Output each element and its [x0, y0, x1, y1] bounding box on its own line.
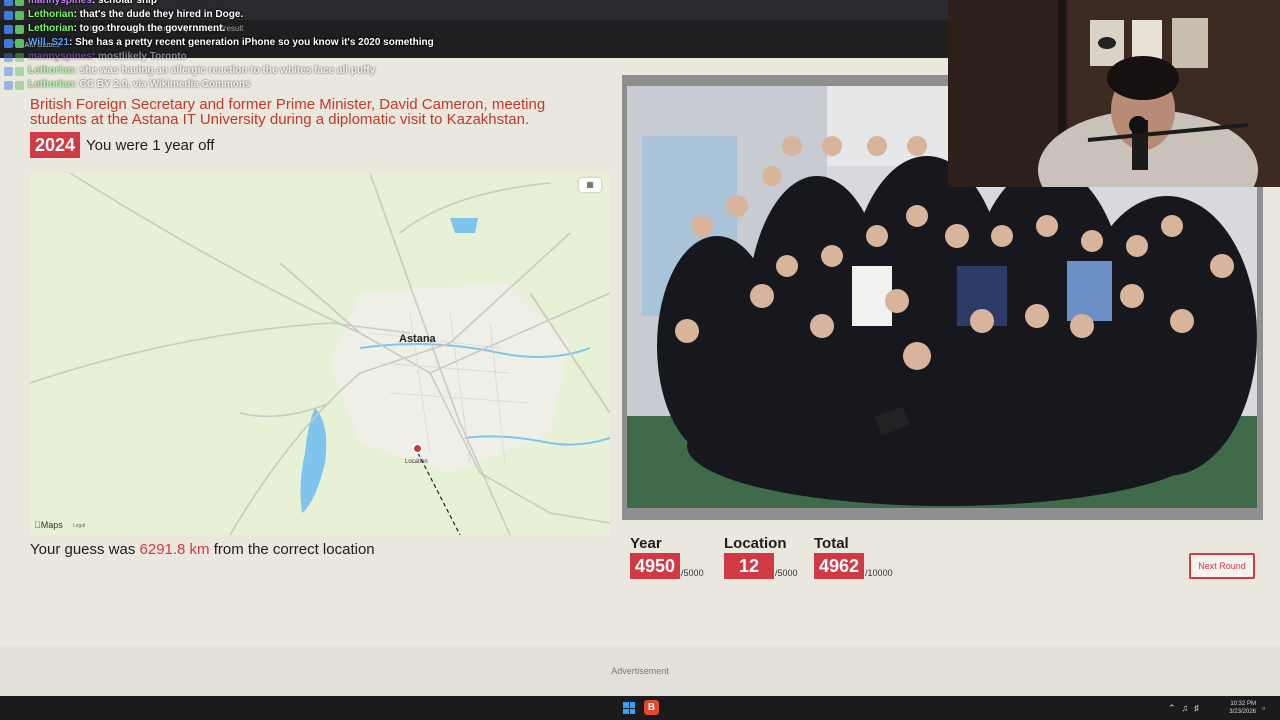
- chat-message: mannyspines: mostlikely Toronto: [4, 50, 564, 64]
- chat-username[interactable]: Lethorian: [28, 78, 74, 92]
- total-score-max: /10000: [865, 568, 893, 578]
- guess-prefix: Your guess was: [30, 541, 140, 558]
- chat-username[interactable]: Will_S21: [28, 36, 69, 50]
- webcam-image: [948, 0, 1280, 187]
- photo-caption: British Foreign Secretary and former Pri…: [30, 96, 546, 128]
- map-pin-label: Location: [405, 459, 428, 465]
- chat-badge-icon: [4, 24, 24, 34]
- maps-logo: Maps: [34, 520, 63, 530]
- chat-text: : She has a pretty recent generation iPh…: [69, 37, 434, 48]
- result-map[interactable]: ▦ Astana Location Maps Legal: [30, 173, 610, 535]
- guess-distance-value: 6291.8 km: [139, 541, 210, 558]
- location-score-value: 12: [724, 553, 775, 579]
- chat-message: Will_S21: She has a pretty recent genera…: [4, 36, 564, 50]
- chat-badge-icon: [4, 66, 24, 76]
- chat-text: : she was having an allergic reaction to…: [73, 65, 376, 76]
- chevron-up-icon[interactable]: ⌃: [1168, 703, 1182, 713]
- clock-time: 10:32 PM: [1230, 701, 1256, 707]
- location-score-label: Location: [724, 535, 787, 552]
- chat-text: : to go through the government.: [73, 23, 226, 34]
- chat-username[interactable]: Lethorian: [28, 8, 74, 22]
- year-result-row: 2024 You were 1 year off: [30, 132, 214, 158]
- year-feedback: You were 1 year off: [86, 136, 215, 154]
- chat-text: : mostlikely Toronto: [91, 51, 187, 62]
- year-score: Year 4950 /5000: [630, 535, 704, 579]
- brave-browser-icon[interactable]: B: [644, 700, 659, 715]
- chat-text: : CC BY 2.0, via Wikimedia Commons: [73, 79, 251, 90]
- advertisement-label: Advertisement: [611, 666, 669, 676]
- map-legal-link[interactable]: Legal: [73, 523, 85, 529]
- microphone-icon[interactable]: ♫: [1182, 703, 1195, 713]
- chat-badge-icon: [4, 0, 24, 6]
- location-score-max: /5000: [775, 568, 798, 578]
- chat-badge-icon: [4, 80, 24, 90]
- location-score: Location 12 /5000: [724, 535, 798, 579]
- notification-icon[interactable]: ▫: [1262, 703, 1265, 713]
- correct-year-badge: 2024: [30, 132, 81, 158]
- year-score-label: Year: [630, 535, 662, 552]
- speaker-icon[interactable]: ♯: [1194, 703, 1205, 713]
- chat-badge-icon: [4, 10, 24, 20]
- webcam-overlay: [948, 0, 1280, 187]
- windows-start-icon[interactable]: [623, 702, 635, 714]
- map-city-label: Astana: [399, 333, 436, 345]
- guess-suffix: from the correct location: [209, 541, 375, 558]
- year-score-value: 4950: [630, 553, 681, 579]
- total-score: Total 4962 /10000: [814, 535, 893, 579]
- chat-message: Lethorian: to go through the government.: [4, 22, 564, 36]
- map-layers-icon[interactable]: ▦: [579, 178, 601, 192]
- windows-taskbar: [0, 696, 1280, 720]
- chat-badge-icon: [4, 38, 24, 48]
- system-tray[interactable]: ⌃♫♯: [1168, 703, 1205, 714]
- chat-text: : that's the dude they hired in Doge.: [73, 9, 244, 20]
- guess-distance-text: Your guess was 6291.8 km from the correc…: [30, 541, 375, 558]
- location-pin-icon[interactable]: [412, 443, 423, 454]
- apple-logo-icon: : [34, 520, 41, 530]
- chat-message: mannyspines: scholar ship: [4, 0, 564, 8]
- chat-username[interactable]: Lethorian: [28, 22, 74, 36]
- stream-chat-overlay: mannyspines: scholar ship Lethorian: that…: [4, 0, 564, 92]
- total-score-value: 4962: [814, 553, 865, 579]
- map-roads: [30, 173, 610, 535]
- clock-date: 3/23/2026: [1229, 709, 1256, 715]
- chat-message: Lethorian: that's the dude they hired in…: [4, 8, 564, 22]
- chat-badge-icon: [4, 52, 24, 62]
- chat-username[interactable]: mannyspines: [28, 50, 92, 64]
- chat-message: Lethorian: CC BY 2.0, via Wikimedia Comm…: [4, 78, 564, 92]
- chat-username[interactable]: mannyspines: [28, 0, 92, 8]
- chat-username[interactable]: Lethorian: [28, 64, 74, 78]
- chat-message: Lethorian: she was having an allergic re…: [4, 64, 564, 78]
- chat-text: : scholar ship: [91, 0, 157, 6]
- year-score-max: /5000: [681, 568, 704, 578]
- taskbar-clock[interactable]: 10:32 PM 3/23/2026: [1228, 700, 1256, 716]
- total-score-label: Total: [814, 535, 849, 552]
- next-round-button[interactable]: Next Round: [1189, 553, 1255, 579]
